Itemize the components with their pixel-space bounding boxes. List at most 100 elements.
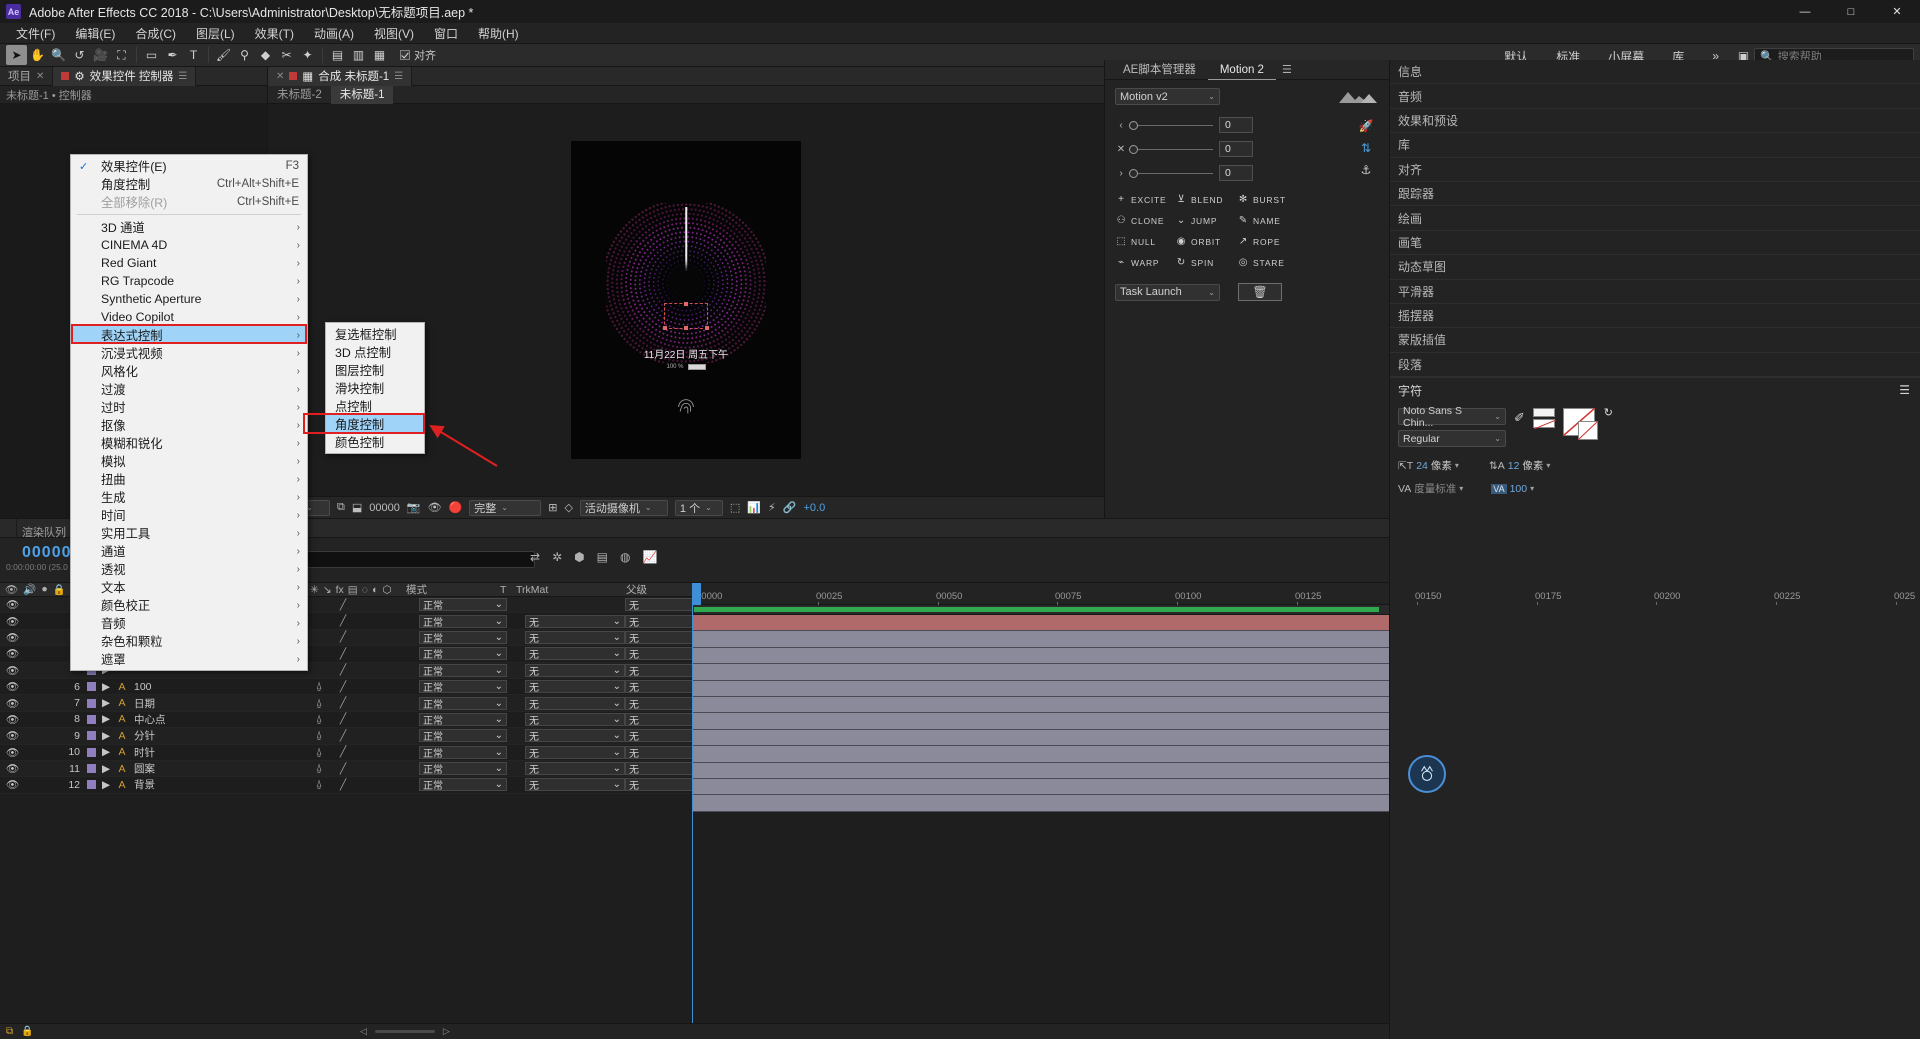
context-menu-category-1[interactable]: CINEMA 4D › [71,236,307,254]
roto-brush-tool-icon[interactable]: ✂ [276,45,297,65]
layer-mode-select[interactable]: 正常 ⌄ [419,696,507,711]
context-menu-category-4[interactable]: Synthetic Aperture › [71,290,307,308]
align-center-icon[interactable]: ▥ [348,45,369,65]
maximize-button[interactable]: □ [1828,0,1874,23]
fill-color-swatch[interactable] [1532,408,1555,418]
font-family-select[interactable]: Noto Sans S Chin... ⌄ [1398,405,1506,429]
dock-item-12[interactable]: 段落 [1390,353,1920,378]
track-bar[interactable] [692,696,1389,714]
layer-mode-select[interactable]: 正常 ⌄ [419,647,507,661]
layer-color-chip[interactable] [86,714,96,724]
timeline-track-area[interactable]: 00000 00025 00050 00075 00100 00125 00150 00175… [692,583,1915,1039]
brush-tool-icon[interactable]: 🖌 [213,45,234,65]
context-menu-category-20[interactable]: 文本 › [71,578,307,596]
submenu-item-5[interactable]: 角度控制 [326,415,424,433]
timeline-tracks[interactable] [692,615,1389,812]
color-swatches-group[interactable]: ↻ [1562,407,1613,448]
show-snapshot-icon[interactable]: 👁 [428,501,442,514]
menu-window[interactable]: 窗口 [424,23,468,44]
layer-visibility-icon[interactable]: 👁 [6,647,19,660]
context-menu-category-12[interactable]: 模糊和锐化 › [71,434,307,452]
menu-view[interactable]: 视图(V) [364,23,424,44]
tab-close-icon[interactable]: ✕ [36,71,44,82]
minimize-button[interactable]: — [1782,0,1828,23]
layer-visibility-icon[interactable]: 👁 [6,631,19,644]
expression-controls-submenu[interactable]: 复选框控制 3D 点控制 图层控制 滑块控制 点控制 角度控制 颜色控制 [325,322,425,454]
clone-stamp-tool-icon[interactable]: ⚲ [234,45,255,65]
context-menu-category-3[interactable]: RG Trapcode › [71,272,307,290]
jump-button[interactable]: ⌄ JUMP [1175,214,1235,227]
selection-tool-icon[interactable]: ➤ [6,45,27,65]
lock-status-icon[interactable]: 🔒 [21,1026,33,1037]
layer-switch-icon[interactable]: ╱ [333,681,353,693]
motion-blur-icon[interactable]: ◍ [620,550,630,564]
layer-switch-icon[interactable]: ╱ [333,730,353,742]
exposure-value[interactable]: +0.0 [803,502,825,514]
orbit-button[interactable]: ◉ ORBIT [1175,235,1235,248]
context-menu-category-9[interactable]: 过渡 › [71,380,307,398]
comp-panel-menu-icon[interactable]: ☰ [394,71,403,82]
camera-tool-icon[interactable]: 🎥 [90,45,111,65]
camera-select[interactable]: 活动摄像机 ⌄ [579,499,668,516]
layer-expand-arrow-icon[interactable]: ▶ [98,730,114,742]
track-bar[interactable] [692,647,1389,665]
hand-tool-icon[interactable]: ✋ [27,45,48,65]
context-menu-category-16[interactable]: 时间 › [71,506,307,524]
resolution-icon[interactable]: ⧉ [337,501,345,514]
dock-item-6[interactable]: 绘画 [1390,206,1920,231]
leading-field[interactable]: ⇅A 12 像素 ▾ [1489,458,1551,473]
layer-name[interactable]: 中心点 [130,712,305,727]
layer-visibility-icon[interactable]: 👁 [6,598,19,611]
dock-item-0[interactable]: 信息 [1390,60,1920,85]
layer-mode-select[interactable]: 正常 ⌄ [419,663,507,678]
layer-trkmat-select[interactable]: 无 ⌄ [525,778,625,792]
align-right-icon[interactable]: ▦ [369,45,390,65]
script-panel-menu-icon[interactable]: ☰ [1282,63,1292,76]
hide-shy-layers-icon[interactable]: ⬢ [574,550,584,564]
layer-switch-icon[interactable]: ╱ [333,599,353,611]
track-bar[interactable] [692,746,1389,763]
warp-button[interactable]: ⌁ WARP [1115,256,1173,269]
layer-expand-arrow-icon[interactable]: ▶ [98,763,114,775]
composition-flowchart-icon[interactable]: ⇄ [530,550,540,564]
dock-item-5[interactable]: 跟踪器 [1390,182,1920,207]
context-menu-category-0[interactable]: 3D 通道 › [71,218,307,236]
context-menu-category-2[interactable]: Red Giant › [71,254,307,272]
track-bar[interactable] [692,615,1389,632]
track-bar[interactable] [692,680,1389,697]
pan-behind-tool-icon[interactable]: ⛶ [111,45,132,65]
layer-name[interactable]: 时针 [130,745,305,760]
submenu-item-4[interactable]: 点控制 [326,397,424,415]
context-menu-item-0[interactable]: ✓ 效果控件(E) F3 [71,157,307,175]
dock-item-9[interactable]: 平滑器 [1390,280,1920,304]
spin-button[interactable]: ↻ SPIN [1175,256,1235,269]
dock-item-7[interactable]: 画笔 [1390,231,1920,256]
slider-2-track[interactable] [1129,144,1213,154]
delete-button[interactable]: 🗑 [1238,283,1282,301]
context-menu-category-10[interactable]: 过时 › [71,398,307,416]
comp-tab-close-icon[interactable]: ✕ [276,71,284,82]
layer-trkmat-select[interactable]: 无 ⌄ [525,630,625,645]
zoom-in-icon[interactable]: ▷ [443,1026,450,1037]
timeline-link-icon[interactable]: 🔗 [783,501,797,514]
text-tool-icon[interactable]: T [183,45,204,65]
layer-visibility-icon[interactable]: 👁 [6,664,19,677]
font-size-field[interactable]: ⇱T 24 像素 ▾ [1398,458,1459,473]
context-menu-category-22[interactable]: 音频 › [71,614,307,632]
context-menu-category-18[interactable]: 通道 › [71,542,307,560]
layer-trkmat-select[interactable]: 无 ⌄ [525,762,625,776]
dock-item-3[interactable]: 库 [1390,133,1920,158]
dock-item-11[interactable]: 蒙版插值 [1390,328,1920,353]
selected-layer-bbox[interactable] [663,302,709,330]
playhead-handle[interactable] [692,583,701,605]
shape-tool-icon[interactable]: ▭ [141,45,162,65]
layer-expand-arrow-icon[interactable]: ▶ [98,697,114,709]
slider-3-value[interactable]: 0 [1219,165,1253,181]
layer-visibility-icon[interactable]: 👁 [6,729,19,742]
snapping-checkbox-icon[interactable] [400,50,410,60]
track-bar[interactable] [692,729,1389,747]
slider-3-track[interactable] [1129,168,1213,178]
layer-expand-arrow-icon[interactable]: ▶ [98,681,114,693]
layer-trkmat-select[interactable]: 无 ⌄ [525,680,625,694]
context-menu-category-23[interactable]: 杂色和颗粒 › [71,632,307,650]
